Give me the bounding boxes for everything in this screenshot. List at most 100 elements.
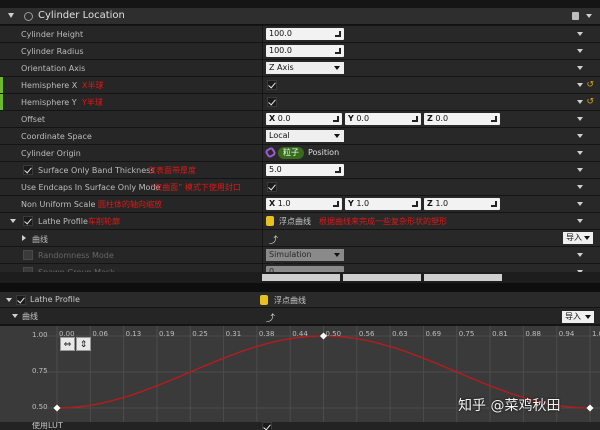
curve-editor-icon[interactable]: ⤴ <box>266 311 275 324</box>
reset-arrow-icon[interactable]: ↺ <box>586 97 594 107</box>
row-non-uniform-scale: Non Uniform Scale 圆柱体的轴向缩放 X 1.0 Y 1.0 Z… <box>0 196 600 213</box>
chevron-down-icon[interactable] <box>577 168 583 172</box>
drag-handle-icon <box>335 167 341 173</box>
use-lut-checkbox[interactable] <box>262 422 272 430</box>
x-tick-label: 0.63 <box>392 330 408 338</box>
expand-arrow-icon[interactable] <box>22 235 26 241</box>
use-endcaps-label: Use Endcaps In Surface Only Mode <box>21 183 161 192</box>
lathe-profile-value: 浮点曲线 <box>279 217 311 226</box>
chevron-down-icon[interactable] <box>577 66 583 70</box>
lower-curve-label: 曲线 <box>22 312 38 321</box>
reset-arrow-icon[interactable]: ↺ <box>586 80 594 90</box>
row-orientation-axis: Orientation Axis Z Axis <box>0 60 600 77</box>
chevron-down-icon[interactable] <box>586 14 592 18</box>
x-tick-label: 0.56 <box>358 330 375 338</box>
lower-import-button[interactable]: 导入 <box>562 311 594 323</box>
fit-vertical-button[interactable]: ⇕ <box>76 337 91 351</box>
lathe-profile-annotation-2: 根据曲线来完成一些复杂形状的塑形 <box>319 217 447 226</box>
expand-arrow-icon[interactable] <box>6 298 12 302</box>
coordinate-space-label: Coordinate Space <box>21 132 92 141</box>
cylinder-height-input[interactable]: 100.0 <box>266 28 344 40</box>
fit-horizontal-button[interactable]: ⇔ <box>60 337 75 351</box>
drag-handle-icon <box>491 201 497 207</box>
chevron-down-icon[interactable] <box>577 185 583 189</box>
hemisphere-x-checkbox[interactable] <box>267 80 277 90</box>
chevron-down-icon[interactable] <box>577 32 583 36</box>
collapse-arrow-icon[interactable] <box>12 314 18 318</box>
x-tick-label: 0.50 <box>325 330 342 338</box>
curve-key-point[interactable] <box>586 404 594 412</box>
coordinate-space-dropdown[interactable]: Local <box>266 130 344 142</box>
offset-y-input[interactable]: Y 0.0 <box>345 113 421 125</box>
surface-only-annotation: 仅表面带厚度 <box>148 166 196 175</box>
hemisphere-y-label: Hemisphere Y <box>21 98 77 107</box>
use-lut-label: 使用LUT <box>32 422 63 430</box>
row-hemisphere-y: Hemisphere Y Y半球 ↺ <box>0 94 600 111</box>
surface-only-label: Surface Only Band Thickness <box>38 166 155 175</box>
drag-handle-icon <box>333 201 339 207</box>
chevron-down-icon[interactable] <box>577 202 583 206</box>
drag-handle-icon <box>335 48 341 54</box>
curve-key-point[interactable] <box>53 404 61 412</box>
chevron-down-icon[interactable] <box>577 219 583 223</box>
scale-z-input[interactable]: Z 1.0 <box>424 198 500 210</box>
surface-only-input[interactable]: 5.0 <box>266 164 344 176</box>
x-tick-label: 0.81 <box>492 330 508 338</box>
offset-x-input[interactable]: X 0.0 <box>266 113 342 125</box>
offset-z-input[interactable]: Z 0.0 <box>424 113 500 125</box>
lower-lathe-profile-label: Lathe Profile <box>30 295 80 304</box>
lower-lathe-profile-row: Lathe Profile 浮点曲线 <box>0 292 600 308</box>
row-use-endcaps: Use Endcaps In Surface Only Mode “仅曲面” 模… <box>0 179 600 196</box>
row-lathe-profile: Lathe Profile 车削轮廓 浮点曲线 根据曲线来完成一些复杂形状的塑形 <box>0 213 600 230</box>
surface-only-checkbox[interactable] <box>23 165 33 175</box>
cylinder-radius-input[interactable]: 100.0 <box>266 45 344 57</box>
non-uniform-scale-label: Non Uniform Scale <box>21 200 96 209</box>
hemisphere-x-label: Hemisphere X <box>21 81 78 90</box>
collapse-arrow-icon[interactable] <box>8 13 14 18</box>
hemisphere-y-checkbox[interactable] <box>267 97 277 107</box>
orientation-axis-dropdown[interactable]: Z Axis <box>266 62 344 74</box>
lathe-profile-annotation: 车削轮廓 <box>88 217 120 226</box>
non-uniform-scale-annotation: 圆柱体的轴向缩放 <box>98 200 162 209</box>
stack-divider-mid <box>343 274 421 281</box>
chevron-down-icon[interactable] <box>577 134 583 138</box>
use-lut-row: 使用LUT <box>0 422 600 430</box>
x-tick-label: 0.38 <box>258 330 275 338</box>
chevron-down-icon[interactable] <box>577 49 583 53</box>
chevron-down-icon[interactable] <box>577 253 583 257</box>
chevron-down-icon[interactable] <box>577 100 583 104</box>
orientation-axis-label: Orientation Axis <box>21 64 86 73</box>
chevron-down-icon <box>584 236 590 240</box>
delete-icon[interactable] <box>572 12 579 20</box>
randomness-mode-checkbox[interactable] <box>23 250 33 260</box>
x-tick-label: 0.13 <box>125 330 142 338</box>
drag-handle-icon <box>412 116 418 122</box>
chevron-down-icon[interactable] <box>577 83 583 87</box>
row-offset: Offset X 0.0 Y 0.0 Z 0.0 <box>0 111 600 128</box>
expand-arrow-icon[interactable] <box>10 219 16 223</box>
curve-editor-icon[interactable]: ⤴ <box>269 233 278 246</box>
chevron-down-icon[interactable] <box>577 117 583 121</box>
randomness-mode-dropdown[interactable]: Simulation Defaults <box>266 249 344 271</box>
drag-handle-icon <box>412 201 418 207</box>
lathe-profile-label: Lathe Profile <box>38 217 88 226</box>
scale-x-input[interactable]: X 1.0 <box>266 198 342 210</box>
row-hemisphere-x: Hemisphere X X半球 ↺ <box>0 77 600 94</box>
import-button[interactable]: 导入 <box>563 232 593 244</box>
scale-y-input[interactable]: Y 1.0 <box>345 198 421 210</box>
row-curve: 曲线 ⤴ 导入 <box>0 230 600 247</box>
cylinder-origin-value[interactable]: Position <box>308 148 339 157</box>
cylinder-origin-label: Cylinder Origin <box>21 149 81 158</box>
collapse-strip[interactable] <box>0 272 600 283</box>
row-cylinder-origin: Cylinder Origin 粒子 Position <box>0 145 600 162</box>
x-tick-label: 0.31 <box>225 330 242 338</box>
curve-label: 曲线 <box>32 235 48 244</box>
chevron-down-icon[interactable] <box>577 151 583 155</box>
link-icon <box>264 146 277 159</box>
drag-handle-icon <box>333 116 339 122</box>
lower-lathe-profile-checkbox[interactable] <box>16 295 26 305</box>
use-endcaps-checkbox[interactable] <box>267 182 277 192</box>
collapse-up-icon <box>298 274 306 279</box>
lathe-profile-checkbox[interactable] <box>23 216 33 226</box>
enable-checkbox[interactable] <box>24 12 33 21</box>
